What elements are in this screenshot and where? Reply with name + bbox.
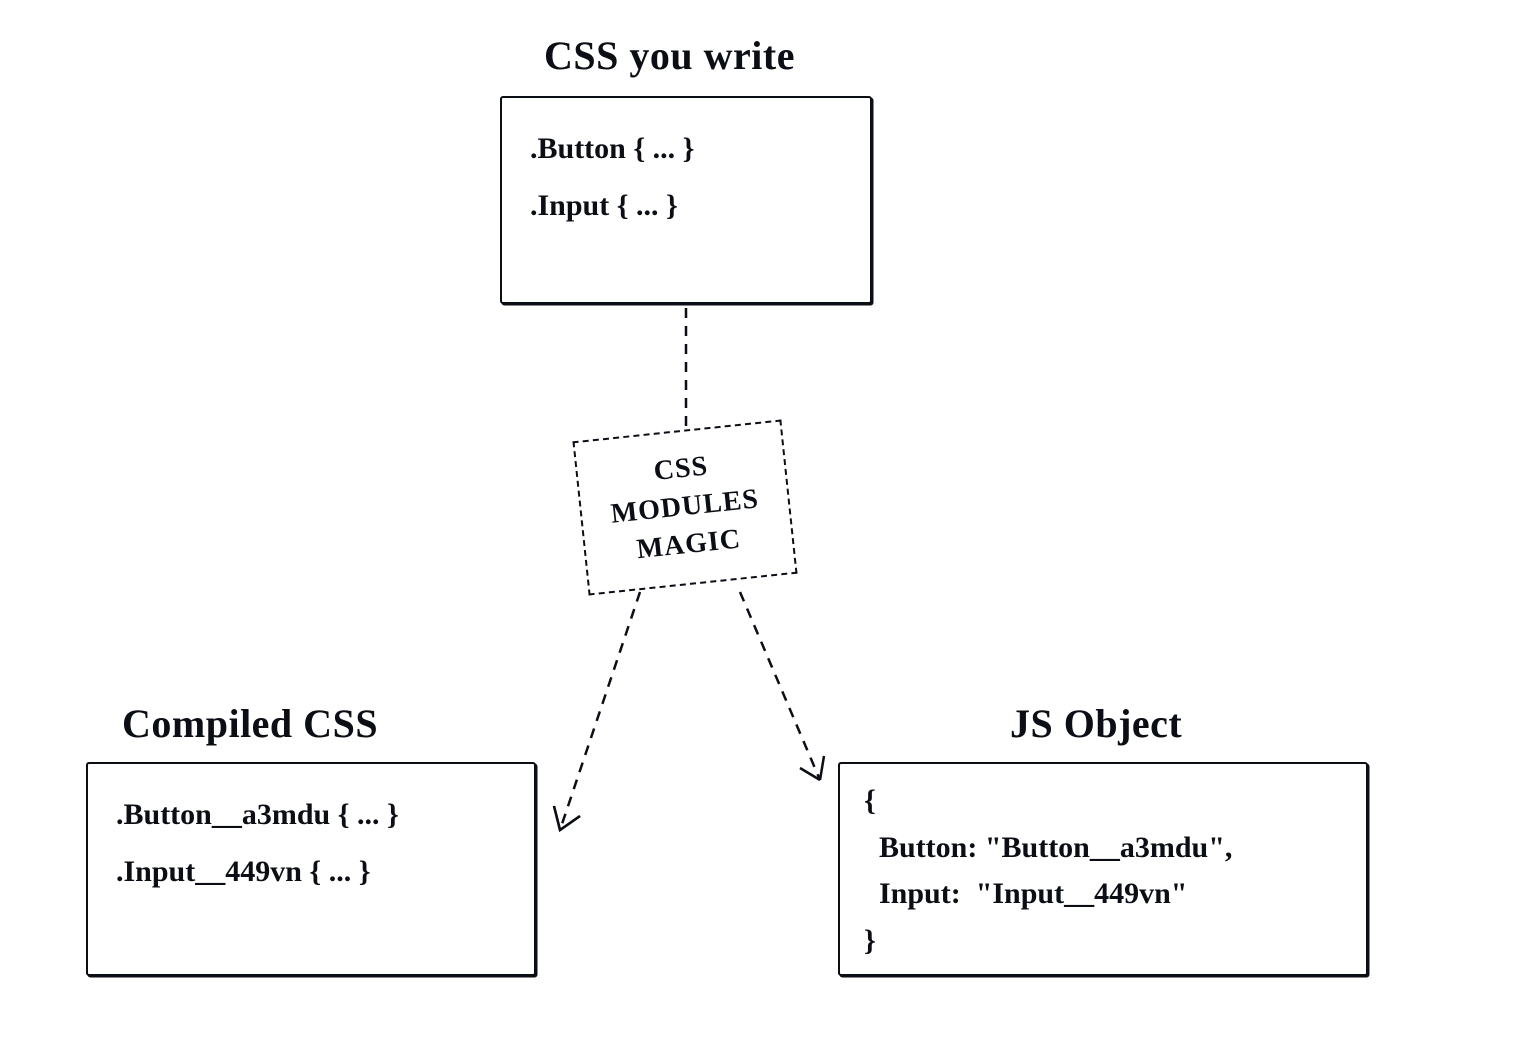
right-box-line-3: Input: "Input__449vn" [864,871,1342,918]
top-box-line-1: .Button { ... } [530,120,842,177]
left-box-line-1: .Button__a3mdu { ... } [116,786,506,843]
magic-box: CSS MODULES MAGIC [572,419,797,595]
top-title: CSS you write [544,32,795,79]
right-box-js-object: { Button: "Button__a3mdu", Input: "Input… [838,762,1368,976]
connector-magic-to-right [740,592,824,780]
top-box-css-you-write: .Button { ... } .Input { ... } [500,96,872,304]
right-box-line-4: } [864,918,1342,965]
connector-magic-to-left [554,592,640,830]
diagram-canvas: CSS you write .Button { ... } .Input { .… [0,0,1528,1060]
left-title: Compiled CSS [122,700,378,747]
left-box-compiled-css: .Button__a3mdu { ... } .Input__449vn { .… [86,762,536,976]
right-title: JS Object [1010,700,1182,747]
right-box-line-1: { [864,778,1342,825]
top-box-line-2: .Input { ... } [530,177,842,234]
left-box-line-2: .Input__449vn { ... } [116,843,506,900]
right-box-line-2: Button: "Button__a3mdu", [864,825,1342,872]
